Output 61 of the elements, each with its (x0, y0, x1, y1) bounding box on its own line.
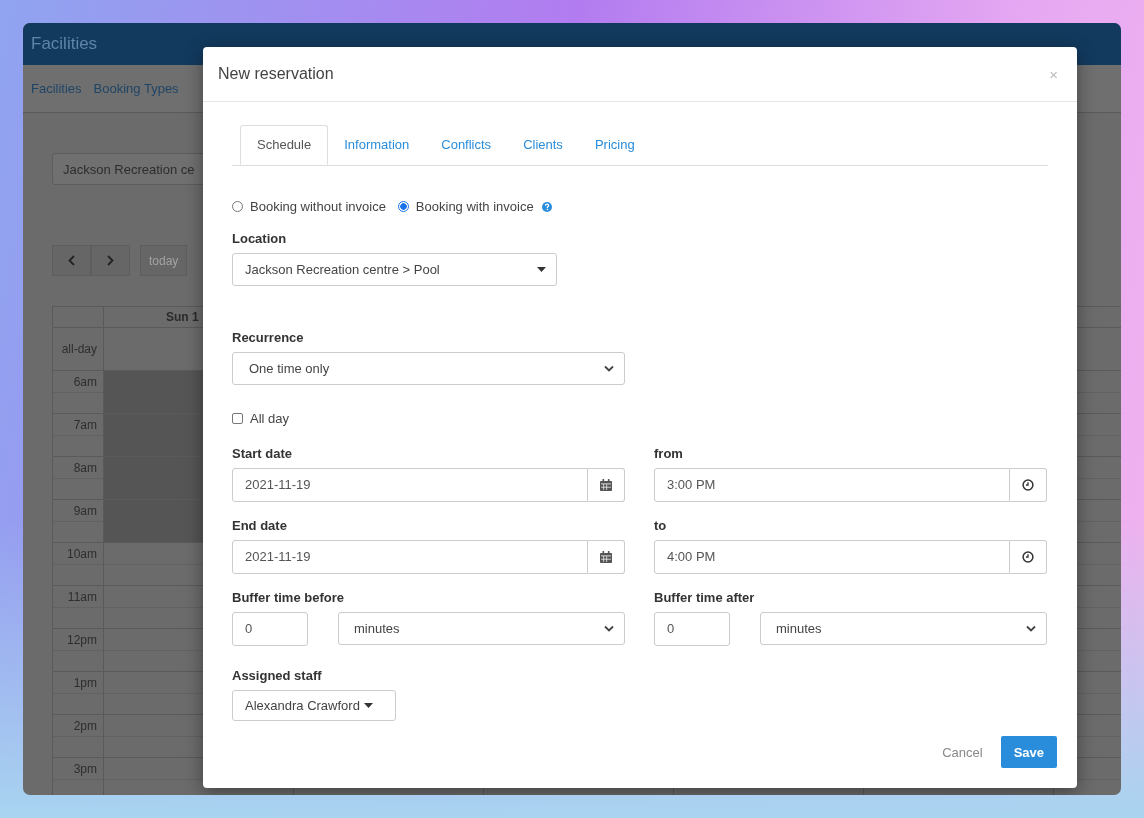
field-label: from (654, 446, 684, 461)
time-label: all-day (53, 328, 104, 370)
cancel-button[interactable]: Cancel (942, 744, 983, 760)
tab[interactable]: Clients (507, 125, 579, 165)
calendar-icon (600, 479, 612, 491)
time-label: 10am (53, 543, 104, 585)
field-label: Buffer time before (232, 590, 345, 605)
select-value: minutes (776, 621, 822, 636)
date-field[interactable]: 2021-11-19 (232, 468, 588, 502)
dialog-title: New reservation (218, 65, 334, 83)
caret-down-icon (363, 703, 373, 708)
number-field[interactable]: 0 (654, 612, 730, 646)
time-field[interactable]: 4:00 PM (654, 540, 1010, 574)
select-value: Jackson Recreation centre > Pool (245, 262, 440, 277)
radio-button[interactable] (397, 201, 409, 212)
clock-button[interactable] (1010, 468, 1047, 502)
time-label: 11am (53, 586, 104, 628)
time-label: 12pm (53, 629, 104, 671)
time-label: 3pm (53, 758, 104, 795)
time-field[interactable]: 3:00 PM (654, 468, 1010, 502)
caret-down-icon (537, 267, 546, 272)
clock-icon (1022, 479, 1034, 491)
chevron-right-icon (107, 255, 114, 266)
clock-button[interactable] (1010, 540, 1047, 574)
recurrence-select[interactable]: One time only (232, 352, 625, 385)
location-select[interactable]: Jackson Recreation centre > Pool (232, 253, 557, 286)
time-label: 1pm (53, 672, 104, 714)
chevron-down-icon (604, 365, 614, 372)
unit-select[interactable]: minutes (338, 612, 625, 645)
select-value: One time only (249, 361, 330, 376)
number-field[interactable]: 0 (232, 612, 308, 646)
checkbox-label: All day (250, 411, 290, 426)
tab[interactable]: Schedule (240, 125, 329, 165)
field-label: Start date (232, 446, 293, 461)
option-label: Booking with invoice (415, 199, 534, 214)
tab[interactable]: Conflicts (425, 125, 508, 165)
app-title: Facilities (31, 34, 98, 54)
field-label: Location (232, 231, 288, 246)
staff-dropdown[interactable]: Alexandra Crawford (232, 690, 396, 721)
chevron-down-icon (604, 625, 614, 632)
field-label: Buffer time after (654, 590, 756, 605)
option-label: Booking without invoice (250, 199, 386, 214)
calendar-icon (600, 551, 612, 563)
time-label: 2pm (53, 715, 104, 757)
clock-icon (1022, 551, 1034, 563)
field-label: Assigned staff (232, 668, 323, 683)
select-value: minutes (354, 621, 400, 636)
field-label: End date (232, 518, 288, 533)
select-value: Alexandra Crawford (245, 698, 360, 713)
calendar-button[interactable] (588, 540, 625, 574)
field-label: to (654, 518, 668, 533)
calendar-button[interactable] (588, 468, 625, 502)
save-button[interactable]: Save (1000, 736, 1057, 768)
unit-select[interactable]: minutes (760, 612, 1047, 645)
date-field[interactable]: 2021-11-19 (232, 540, 588, 574)
help-icon (541, 201, 552, 212)
chevron-down-icon (1026, 625, 1036, 632)
field-label: Recurrence (232, 330, 305, 345)
chevron-left-icon (68, 255, 75, 266)
checkbox[interactable] (232, 413, 243, 424)
tab[interactable]: Pricing (578, 125, 651, 165)
